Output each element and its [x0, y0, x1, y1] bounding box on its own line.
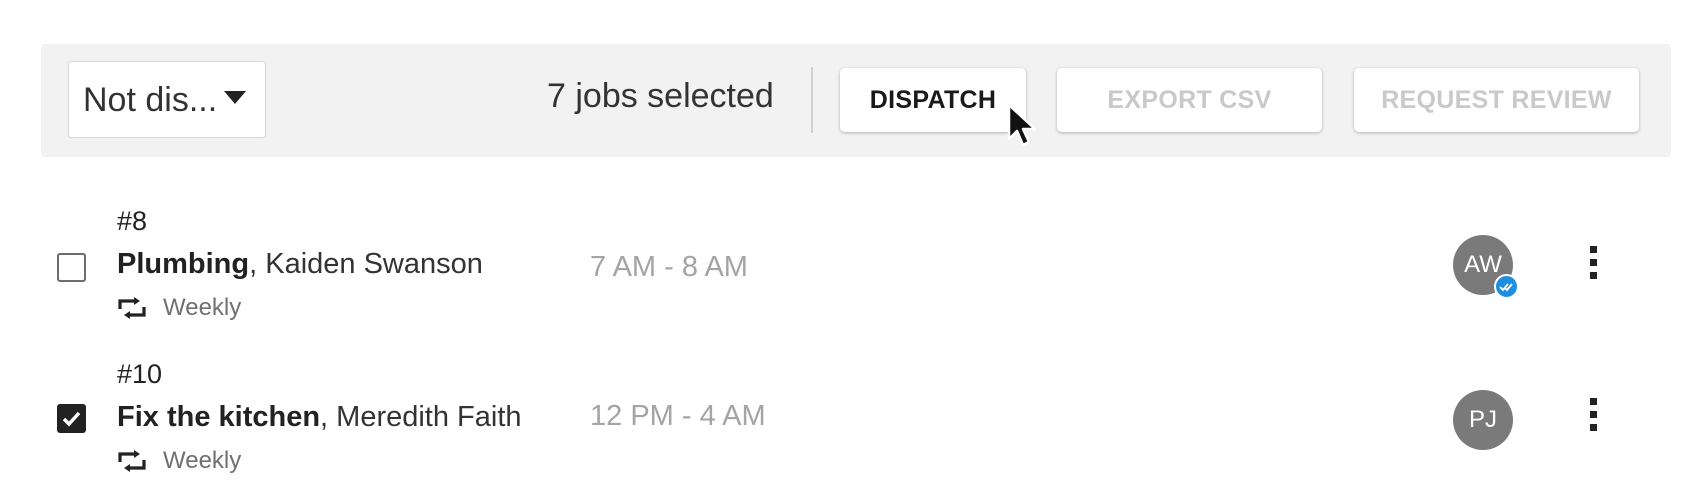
- bulk-action-toolbar: Not dis... 7 jobs selected DISPATCH EXPO…: [41, 44, 1671, 157]
- request-review-button[interactable]: REQUEST REVIEW: [1354, 68, 1639, 132]
- job-service: Fix the kitchen: [117, 401, 321, 433]
- job-recurrence: Weekly: [117, 447, 241, 475]
- more-options-icon[interactable]: [1583, 246, 1603, 286]
- chevron-down-icon: [224, 91, 246, 104]
- more-options-icon[interactable]: [1583, 398, 1603, 438]
- checkmark-icon: [62, 411, 81, 427]
- job-time-window: 7 AM - 8 AM: [590, 251, 748, 283]
- job-number: #8: [117, 206, 148, 236]
- export-csv-button[interactable]: EXPORT CSV: [1057, 68, 1322, 132]
- status-filter-dropdown[interactable]: Not dis...: [68, 61, 266, 138]
- job-service: Plumbing: [117, 248, 250, 280]
- selected-count-label: 7 jobs selected: [547, 77, 774, 115]
- job-recurrence: Weekly: [117, 294, 241, 322]
- job-title: Fix the kitchen, Meredith Faith: [117, 401, 522, 434]
- toolbar-divider: [811, 67, 813, 133]
- job-time-window: 12 PM - 4 AM: [590, 400, 766, 432]
- mouse-pointer-icon: [1007, 103, 1037, 147]
- assignee-avatar[interactable]: PJ: [1453, 390, 1513, 450]
- recurrence-label: Weekly: [163, 294, 242, 321]
- job-number: #10: [117, 359, 163, 389]
- verified-badge-icon: [1494, 274, 1519, 299]
- status-filter-value: Not dis...: [83, 81, 218, 119]
- job-select-checkbox[interactable]: [57, 253, 86, 282]
- job-row[interactable]: #8 Plumbing, Kaiden Swanson Weekly 7 AM …: [0, 198, 1694, 348]
- dispatch-button[interactable]: DISPATCH: [840, 68, 1026, 132]
- job-select-checkbox[interactable]: [57, 404, 86, 433]
- job-row[interactable]: #10 Fix the kitchen, Meredith Faith Week…: [0, 351, 1694, 501]
- repeat-icon: [118, 297, 146, 319]
- repeat-icon: [118, 450, 146, 472]
- job-customer: , Kaiden Swanson: [249, 248, 483, 280]
- recurrence-label: Weekly: [163, 447, 242, 474]
- job-customer: , Meredith Faith: [320, 401, 522, 433]
- job-title: Plumbing, Kaiden Swanson: [117, 248, 483, 281]
